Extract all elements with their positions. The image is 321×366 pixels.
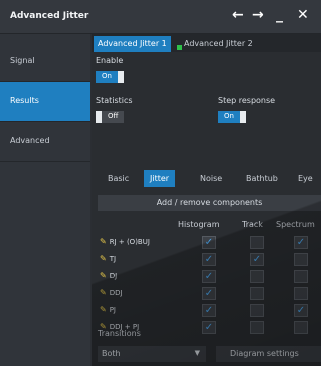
- column-header-histogram: Histogram: [178, 220, 220, 229]
- add-remove-components-button[interactable]: Add / remove components: [98, 195, 321, 211]
- enable-label: Enable: [96, 56, 124, 65]
- histogram-checkbox[interactable]: ✓: [202, 304, 216, 317]
- diagram-settings-button[interactable]: Diagram settings: [216, 346, 321, 362]
- check-icon: ✓: [204, 271, 214, 282]
- column-header-spectrum: Spectrum: [276, 220, 315, 229]
- check-icon: ✓: [204, 254, 214, 265]
- step-response-toggle[interactable]: On: [218, 111, 246, 123]
- subtab-noise[interactable]: Noise: [194, 170, 228, 187]
- spectrum-checkbox[interactable]: [294, 287, 308, 300]
- check-icon: ✓: [204, 288, 214, 299]
- track-checkbox[interactable]: ✓: [250, 253, 264, 266]
- toggle-knob: [118, 71, 124, 83]
- check-icon: ✓: [296, 237, 306, 248]
- transitions-label: Transitions: [98, 329, 141, 338]
- track-checkbox[interactable]: [250, 321, 264, 334]
- track-checkbox[interactable]: [250, 236, 264, 249]
- toggle-state-text: On: [224, 112, 234, 120]
- track-checkbox[interactable]: [250, 270, 264, 283]
- table-row: ✎ DDJ ✓: [98, 285, 321, 302]
- spectrum-checkbox[interactable]: [294, 270, 308, 283]
- enable-toggle[interactable]: On: [96, 71, 124, 83]
- check-icon: ✓: [204, 305, 214, 316]
- track-checkbox[interactable]: [250, 287, 264, 300]
- statistics-toggle[interactable]: Off: [96, 111, 124, 123]
- tab-advanced-jitter-2[interactable]: Advanced Jitter 2: [180, 36, 257, 52]
- tab-label: Advanced Jitter 2: [184, 39, 253, 48]
- forward-arrow-icon[interactable]: →: [252, 7, 264, 23]
- edit-pen-icon[interactable]: ✎: [100, 288, 107, 297]
- table-row: ✎ RJ + (O)BUJ ✓ ✓: [98, 234, 321, 251]
- check-icon: ✓: [252, 254, 262, 265]
- check-icon: ✓: [296, 305, 306, 316]
- subtab-eye[interactable]: Eye: [292, 170, 319, 187]
- check-icon: ✓: [204, 322, 214, 333]
- table-row: ✎ PJ ✓ ✓: [98, 302, 321, 319]
- edit-pen-icon[interactable]: ✎: [100, 237, 107, 246]
- tab-advanced-jitter-1[interactable]: Advanced Jitter 1: [94, 36, 171, 52]
- subtab-jitter[interactable]: Jitter: [144, 170, 176, 187]
- sidebar-item-advanced[interactable]: Advanced: [0, 122, 90, 162]
- subtab-basic[interactable]: Basic: [102, 170, 135, 187]
- row-label-text: RJ + (O)BUJ: [109, 238, 150, 246]
- spectrum-checkbox[interactable]: ✓: [294, 304, 308, 317]
- histogram-checkbox[interactable]: ✓: [202, 321, 216, 334]
- tab-label: Advanced Jitter 1: [98, 39, 167, 48]
- track-checkbox[interactable]: [250, 304, 264, 317]
- spectrum-checkbox[interactable]: [294, 253, 308, 266]
- sidebar-item-label: Results: [10, 96, 39, 105]
- row-label-text: PJ: [109, 306, 116, 314]
- toggle-knob: [240, 111, 246, 123]
- transitions-select[interactable]: Both ▼: [98, 346, 206, 362]
- row-label-text: DDJ: [109, 289, 123, 297]
- row-label: ✎ RJ + (O)BUJ: [100, 237, 150, 246]
- histogram-checkbox[interactable]: ✓: [202, 287, 216, 300]
- toggle-state-text: Off: [108, 112, 119, 120]
- row-label: ✎ DDJ: [100, 288, 123, 297]
- step-response-label: Step response: [218, 96, 276, 105]
- sidebar: Signal Results Advanced: [0, 34, 90, 366]
- edit-pen-icon[interactable]: ✎: [100, 271, 107, 280]
- sidebar-item-label: Signal: [10, 56, 35, 65]
- row-label-text: DJ: [109, 272, 118, 280]
- main-panel: Advanced Jitter 1 Advanced Jitter 2 Enab…: [92, 34, 321, 366]
- histogram-checkbox[interactable]: ✓: [202, 253, 216, 266]
- close-icon[interactable]: ✕: [297, 7, 309, 23]
- row-label: ✎ PJ: [100, 305, 116, 314]
- sidebar-item-results[interactable]: Results: [0, 82, 90, 122]
- edit-pen-icon[interactable]: ✎: [100, 305, 107, 314]
- select-value: Both: [102, 349, 121, 358]
- subtab-bathtub[interactable]: Bathtub: [240, 170, 284, 187]
- statistics-label: Statistics: [96, 96, 133, 105]
- histogram-checkbox[interactable]: ✓: [202, 270, 216, 283]
- toggle-state-text: On: [102, 72, 112, 80]
- sidebar-item-signal[interactable]: Signal: [0, 42, 90, 82]
- minimize-icon[interactable]: _: [276, 7, 283, 23]
- spectrum-checkbox[interactable]: ✓: [294, 236, 308, 249]
- sidebar-item-label: Advanced: [10, 136, 50, 145]
- spectrum-checkbox[interactable]: [294, 321, 308, 334]
- toggle-knob: [96, 111, 102, 123]
- edit-pen-icon[interactable]: ✎: [100, 254, 107, 263]
- histogram-checkbox[interactable]: ✓: [202, 236, 216, 249]
- title-bar: Advanced Jitter ← → _ ✕: [0, 0, 321, 34]
- row-label: ✎ DJ: [100, 271, 117, 280]
- table-row: ✎ DJ ✓: [98, 268, 321, 285]
- window-title: Advanced Jitter: [10, 11, 89, 21]
- row-label-text: TJ: [109, 255, 117, 263]
- table-row: ✎ TJ ✓ ✓: [98, 251, 321, 268]
- column-header-track: Track: [242, 220, 263, 229]
- back-arrow-icon[interactable]: ←: [232, 7, 244, 23]
- tab-bar: Advanced Jitter 1 Advanced Jitter 2: [92, 34, 321, 52]
- check-icon: ✓: [204, 237, 214, 248]
- row-label: ✎ TJ: [100, 254, 116, 263]
- chevron-down-icon: ▼: [194, 349, 200, 357]
